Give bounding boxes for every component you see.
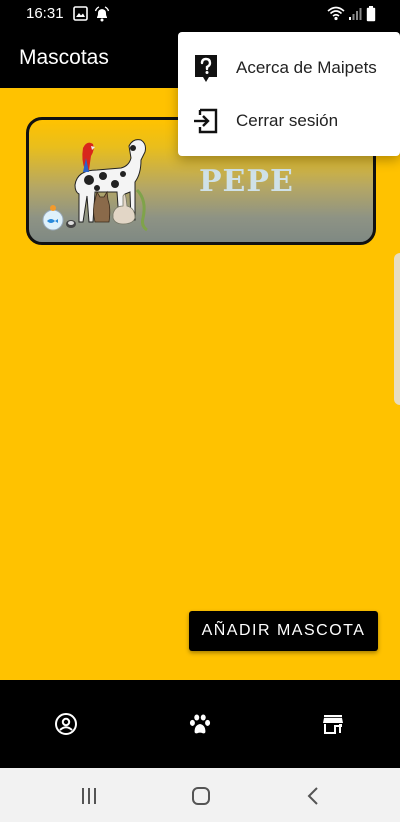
pets-group-image — [42, 139, 148, 232]
back-button[interactable] — [298, 782, 328, 810]
logout-icon — [192, 107, 220, 135]
status-bar: 16:31 — [0, 0, 400, 28]
side-scroll-handle[interactable] — [394, 253, 400, 405]
home-button[interactable] — [186, 782, 216, 810]
alarm-icon — [94, 6, 110, 27]
wifi-icon — [327, 6, 345, 26]
signal-icon — [348, 6, 362, 26]
store-icon — [323, 715, 343, 734]
menu-item-label: Cerrar sesión — [236, 111, 339, 130]
pet-name: PEPE — [199, 164, 294, 199]
bottom-navigation — [0, 680, 400, 768]
menu-item-logout[interactable]: Cerrar sesión — [178, 95, 400, 147]
page-title: Mascotas — [19, 46, 109, 69]
recents-icon — [82, 788, 96, 804]
image-icon — [73, 6, 88, 26]
menu-item-about[interactable]: Acerca de Maipets — [178, 42, 400, 94]
system-navigation-bar — [0, 768, 400, 822]
account-icon — [55, 713, 77, 735]
overflow-menu: Acerca de Maipets Cerrar sesión — [178, 32, 400, 156]
help-icon — [192, 54, 220, 82]
paw-icon — [189, 714, 211, 734]
recents-button[interactable] — [74, 782, 104, 810]
status-time: 16:31 — [26, 5, 64, 22]
back-icon — [307, 787, 318, 805]
add-pet-button[interactable]: AÑADIR MASCOTA — [189, 611, 378, 651]
menu-item-label: Acerca de Maipets — [236, 58, 377, 77]
nav-account[interactable] — [46, 704, 86, 744]
home-icon — [192, 787, 210, 805]
nav-pets[interactable] — [180, 704, 220, 744]
nav-store[interactable] — [313, 704, 353, 744]
battery-icon — [366, 6, 376, 27]
